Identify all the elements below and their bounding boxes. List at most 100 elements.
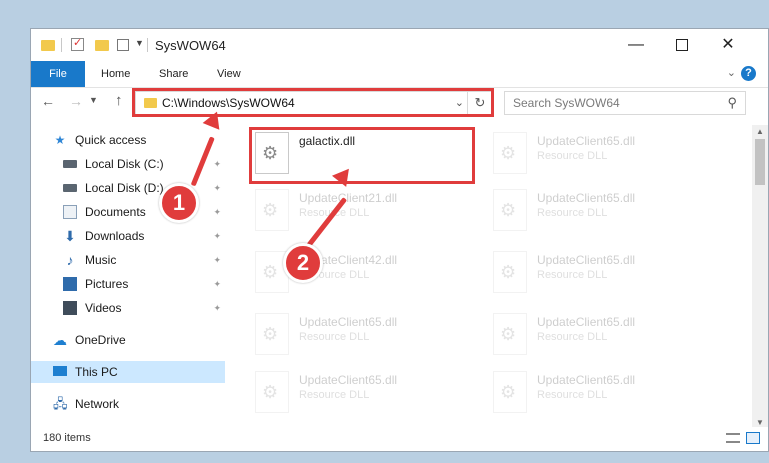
maximize-button[interactable]: [659, 29, 705, 61]
file-tile[interactable]: UpdateClient65.dll Resource DLL: [493, 313, 713, 367]
vertical-scrollbar[interactable]: ▲ ▼: [752, 125, 768, 429]
ribbon: File Home Share View ⌄ ?: [31, 61, 768, 88]
pin-icon[interactable]: ✦: [213, 297, 221, 319]
file-name: UpdateClient65.dll: [537, 134, 636, 148]
back-arrow-icon[interactable]: ←: [41, 93, 55, 109]
tab-share[interactable]: Share: [147, 61, 200, 87]
file-tile[interactable]: UpdateClient65.dll Resource DLL: [493, 189, 713, 243]
scroll-up-icon[interactable]: ▲: [756, 127, 764, 136]
pictures-icon: [63, 277, 77, 291]
sidebar-item-quick-access[interactable]: ★ Quick access: [53, 129, 225, 151]
file-name: UpdateClient65.dll: [299, 373, 398, 387]
dll-file-icon: [255, 371, 289, 413]
sidebar-item-onedrive[interactable]: ☁ OneDrive: [53, 329, 225, 351]
up-arrow-icon[interactable]: ↑: [115, 92, 123, 109]
pin-icon[interactable]: ✦: [213, 225, 221, 247]
address-highlight-box: [132, 88, 494, 117]
minimize-button[interactable]: —: [613, 29, 659, 61]
dll-file-icon: [255, 189, 289, 231]
properties-check-icon[interactable]: [71, 36, 84, 51]
file-tile[interactable]: UpdateClient65.dll Resource DLL: [255, 371, 475, 425]
star-icon: ★: [54, 133, 66, 147]
file-highlight-box: [249, 127, 475, 184]
file-type: Resource DLL: [299, 331, 370, 343]
sidebar-item-videos[interactable]: Videos ✦: [63, 297, 225, 319]
expand-ribbon-icon[interactable]: ⌄: [727, 66, 736, 79]
sidebar-item-label: OneDrive: [75, 333, 126, 347]
step-badge-1: 1: [159, 183, 199, 223]
cloud-icon: ☁: [53, 332, 67, 348]
window-title: SysWOW64: [155, 38, 226, 53]
step-badge-2: 2: [283, 243, 323, 283]
recent-locations-icon[interactable]: ▼: [89, 95, 98, 105]
tab-view[interactable]: View: [205, 61, 253, 87]
pin-icon[interactable]: ✦: [213, 177, 221, 199]
toolbar-divider: [61, 38, 62, 52]
sidebar-item-downloads[interactable]: ⬇ Downloads ✦: [63, 225, 225, 247]
pin-icon[interactable]: ✦: [213, 249, 221, 271]
file-type: Resource DLL: [537, 269, 608, 281]
dll-file-icon: [493, 189, 527, 231]
computer-icon: [53, 366, 67, 376]
sidebar-item-documents[interactable]: Documents ✦: [63, 201, 225, 223]
file-type: Resource DLL: [537, 331, 608, 343]
sidebar-item-pictures[interactable]: Pictures ✦: [63, 273, 225, 295]
file-tile[interactable]: UpdateClient65.dll Resource DLL: [255, 313, 475, 367]
sidebar-item-label: Pictures: [85, 277, 129, 291]
search-input[interactable]: Search SysWOW64 ⚲: [504, 91, 746, 115]
drive-icon: [63, 184, 77, 192]
pin-icon[interactable]: ✦: [213, 201, 221, 223]
videos-icon: [63, 301, 77, 315]
scrollbar-thumb[interactable]: [755, 139, 765, 185]
help-icon[interactable]: ?: [741, 66, 756, 81]
navigation-bar: ← → ▼ ↑ C:\Windows\SysWOW64 ⌄ ↻ Search S…: [31, 87, 768, 119]
title-bar: ▼ SysWOW64 — ✕: [31, 29, 768, 61]
scroll-down-icon[interactable]: ▼: [756, 418, 764, 427]
sidebar-item-label: Network: [75, 397, 120, 411]
file-tile[interactable]: UpdateClient65.dll Resource DLL: [493, 251, 713, 305]
explorer-window: ▼ SysWOW64 — ✕ File Home Share View ⌄ ? …: [30, 28, 769, 452]
details-view-icon[interactable]: [726, 433, 740, 443]
file-tile[interactable]: UpdateClient65.dll Resource DLL: [493, 132, 713, 186]
sidebar-item-label: Local Disk (D:): [85, 181, 164, 195]
close-button[interactable]: ✕: [705, 29, 751, 61]
file-type: Resource DLL: [537, 389, 608, 401]
file-tile[interactable]: UpdateClient21.dll Resource DLL: [255, 189, 475, 243]
pin-icon[interactable]: ✦: [213, 153, 221, 175]
file-name: UpdateClient65.dll: [537, 253, 636, 267]
sidebar-item-local-disk-d[interactable]: Local Disk (D:) ✦: [63, 177, 225, 199]
tab-file[interactable]: File: [31, 61, 85, 87]
sidebar-item-label: Local Disk (C:): [85, 157, 164, 171]
dll-file-icon: [493, 371, 527, 413]
sidebar-item-label: Videos: [85, 301, 122, 315]
sidebar-item-music[interactable]: ♪ Music ✦: [63, 249, 225, 271]
sidebar-item-label: Music: [85, 253, 117, 267]
tiles-view-icon[interactable]: [746, 432, 760, 444]
sidebar-item-network[interactable]: 🖧 Network: [53, 393, 225, 415]
dll-file-icon: [255, 313, 289, 355]
file-name: UpdateClient65.dll: [537, 315, 636, 329]
sidebar-item-this-pc[interactable]: This PC: [31, 361, 225, 383]
file-type: Resource DLL: [299, 389, 370, 401]
file-name: UpdateClient65.dll: [537, 373, 636, 387]
search-icon[interactable]: ⚲: [727, 95, 737, 111]
folder-icon: [41, 40, 55, 51]
file-tile[interactable]: UpdateClient65.dll Resource DLL: [493, 371, 713, 425]
forward-arrow-icon[interactable]: →: [69, 93, 83, 109]
chevron-down-icon[interactable]: ▼: [135, 38, 144, 54]
file-type: Resource DLL: [537, 207, 608, 219]
properties-icon[interactable]: [117, 39, 129, 51]
drive-icon: [63, 160, 77, 168]
dll-file-icon: [493, 251, 527, 293]
sidebar-item-label: This PC: [75, 365, 118, 379]
dll-file-icon: [493, 132, 527, 174]
sidebar-item-label: Documents: [85, 205, 146, 219]
documents-icon: [63, 205, 77, 219]
status-bar: 180 items: [31, 427, 768, 451]
maximize-icon: [676, 38, 688, 51]
new-folder-icon[interactable]: [95, 40, 109, 51]
file-name: UpdateClient21.dll: [299, 191, 398, 205]
tab-home[interactable]: Home: [89, 61, 142, 87]
pin-icon[interactable]: ✦: [213, 273, 221, 295]
music-icon: ♪: [66, 252, 74, 268]
